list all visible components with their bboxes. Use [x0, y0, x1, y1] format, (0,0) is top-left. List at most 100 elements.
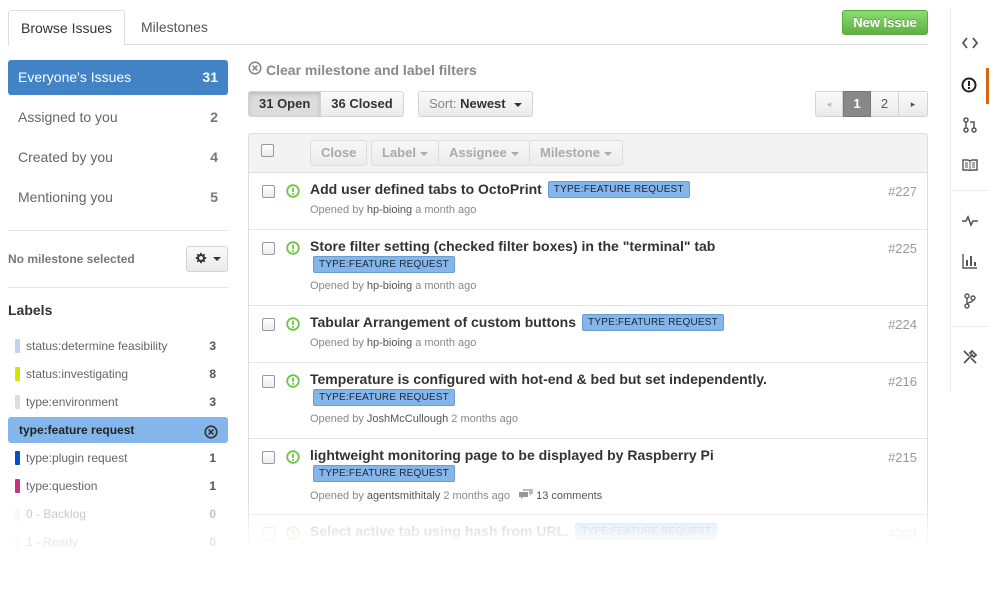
label-item[interactable]: 0 - Backlog 0	[8, 502, 228, 526]
closed-issues-button[interactable]: 36 Closed	[321, 91, 404, 117]
issue-author[interactable]: hp-bioing	[367, 337, 412, 349]
issues-nav-item[interactable]	[951, 68, 989, 104]
issue-opened-icon	[286, 241, 300, 258]
issue-title[interactable]: Temperature is configured with hot-end &…	[310, 371, 767, 387]
sort-dropdown[interactable]: Sort: Newest	[418, 91, 534, 117]
issue-opened-by: Opened by	[310, 413, 364, 425]
issue-meta: Opened by JoshMcCullough 2 months ago	[310, 413, 518, 425]
clear-icon	[248, 61, 262, 78]
issue-author[interactable]: JoshMcCullough	[367, 413, 448, 425]
issue-title[interactable]: Add user defined tabs to OctoPrint TYPE:F…	[310, 181, 690, 198]
label-item[interactable]: type:question 1	[8, 474, 228, 498]
issues-tabs: Browse Issues Milestones	[8, 10, 928, 46]
network-icon	[964, 292, 976, 312]
assignee-dropdown[interactable]: Assignee	[438, 140, 530, 166]
label-name: 1 - Ready	[26, 535, 79, 549]
graphs-nav-item[interactable]	[951, 244, 989, 280]
issue-title[interactable]: Select active tab using hash from URL. TY…	[310, 523, 718, 540]
tab-milestones[interactable]: Milestones	[129, 10, 220, 45]
close-icon[interactable]	[204, 422, 218, 448]
label-dropdown-text: Label	[382, 145, 416, 160]
issue-label-tag[interactable]: TYPE:FEATURE REQUEST	[313, 389, 455, 406]
page-1-button[interactable]: 1	[843, 91, 871, 117]
issue-opened-by: Opened by	[310, 204, 364, 216]
milestone-settings-button[interactable]	[186, 246, 228, 272]
filter-assigned-to-you[interactable]: Assigned to you 2	[8, 100, 228, 135]
issue-label-tag[interactable]: TYPE:FEATURE REQUEST	[313, 256, 455, 273]
issue-checkbox[interactable]	[262, 527, 275, 540]
issue-state-toggle: 31 Open 36 Closed	[248, 91, 404, 117]
issue-author[interactable]: agentsmithitaly	[367, 490, 440, 502]
label-item[interactable]: type:plugin request 1	[8, 446, 228, 470]
select-all-checkbox[interactable]	[261, 144, 274, 157]
issue-checkbox[interactable]	[262, 318, 275, 331]
issue-opened-icon	[286, 184, 300, 201]
issue-row[interactable]: lightweight monitoring page to be displa…	[249, 439, 927, 515]
issue-label-tag[interactable]: TYPE:FEATURE REQUEST	[313, 465, 455, 482]
label-count: 1	[209, 479, 216, 493]
issue-checkbox[interactable]	[262, 451, 275, 464]
issue-title-text[interactable]: Add user defined tabs to OctoPrint	[310, 181, 542, 197]
sort-prefix: Sort:	[429, 96, 457, 111]
issue-title[interactable]: Store filter setting (checked filter box…	[310, 238, 715, 254]
filter-created-by-you[interactable]: Created by you 4	[8, 140, 228, 175]
issue-label-tag[interactable]: TYPE:FEATURE REQUEST	[582, 314, 724, 331]
filter-mentioning-you[interactable]: Mentioning you 5	[8, 180, 228, 215]
graphs-icon	[962, 253, 978, 272]
filter-count: 2	[210, 109, 218, 125]
issue-title-text[interactable]: Tabular Arrangement of custom buttons	[310, 314, 576, 330]
issue-row[interactable]: Add user defined tabs to OctoPrint TYPE:F…	[249, 173, 927, 230]
label-item[interactable]: 1 - Ready 0	[8, 530, 228, 554]
filter-label: Mentioning you	[18, 189, 113, 205]
label-count: 8	[209, 367, 216, 381]
issue-title[interactable]: lightweight monitoring page to be displa…	[310, 447, 714, 463]
issue-number: #225	[888, 241, 917, 256]
issue-opened-icon	[286, 526, 300, 543]
issue-row[interactable]: Tabular Arrangement of custom buttons TYP…	[249, 306, 927, 363]
page-2-button[interactable]: 2	[871, 91, 899, 117]
prev-page-button[interactable]: ◂	[815, 91, 843, 117]
issue-checkbox[interactable]	[262, 242, 275, 255]
close-button[interactable]: Close	[310, 140, 368, 166]
label-color-swatch	[15, 451, 20, 465]
issue-opened-by: Opened by	[310, 490, 364, 502]
issue-checkbox[interactable]	[262, 185, 275, 198]
open-issues-button[interactable]: 31 Open	[248, 91, 322, 117]
label-item[interactable]: status:investigating 8	[8, 362, 228, 386]
label-name: status:investigating	[26, 367, 129, 381]
code-nav-item[interactable]	[951, 26, 989, 62]
issue-author[interactable]: hp-bioing	[367, 204, 412, 216]
chevron-down-icon	[514, 102, 523, 107]
tab-browse-issues[interactable]: Browse Issues	[8, 10, 126, 46]
pull-requests-nav-item[interactable]	[951, 108, 989, 144]
issue-comments-link[interactable]: 13 comments	[519, 489, 602, 502]
issue-label-tag[interactable]: TYPE:FEATURE REQUEST	[547, 181, 690, 198]
next-page-button[interactable]: ▸	[899, 91, 928, 117]
label-dropdown[interactable]: Label	[371, 140, 439, 166]
issue-time: a month ago	[415, 204, 477, 216]
issue-title[interactable]: Tabular Arrangement of custom buttons TYP…	[310, 314, 724, 331]
pulse-nav-item[interactable]	[951, 204, 989, 240]
chevron-down-icon	[510, 151, 519, 156]
settings-nav-item[interactable]	[951, 340, 989, 376]
issue-opened-icon	[286, 374, 300, 391]
label-item-selected[interactable]: type:feature request	[8, 417, 228, 443]
label-count: 0	[209, 535, 216, 549]
issue-title-text[interactable]: Select active tab using hash from URL.	[310, 523, 569, 539]
wiki-nav-item[interactable]	[951, 148, 989, 184]
clear-filters-link[interactable]: Clear milestone and label filters	[248, 61, 477, 78]
label-item[interactable]: status:determine feasibility 3	[8, 334, 228, 358]
filter-everyones-issues[interactable]: Everyone's Issues 31	[8, 60, 228, 95]
issue-label-tag[interactable]: TYPE:FEATURE REQUEST	[575, 523, 718, 540]
milestone-dropdown[interactable]: Milestone	[529, 140, 623, 166]
label-name: type:environment	[26, 395, 119, 409]
issue-author[interactable]: hp-bioing	[367, 280, 412, 292]
issue-row[interactable]: Store filter setting (checked filter box…	[249, 230, 927, 306]
issue-checkbox[interactable]	[262, 375, 275, 388]
new-issue-button[interactable]: New Issue	[842, 10, 928, 35]
network-nav-item[interactable]	[951, 284, 989, 320]
label-item[interactable]: type:environment 3	[8, 390, 228, 414]
issue-row[interactable]: Select active tab using hash from URL. TY…	[249, 515, 927, 543]
filter-count: 4	[210, 149, 218, 165]
issue-row[interactable]: Temperature is configured with hot-end &…	[249, 363, 927, 439]
